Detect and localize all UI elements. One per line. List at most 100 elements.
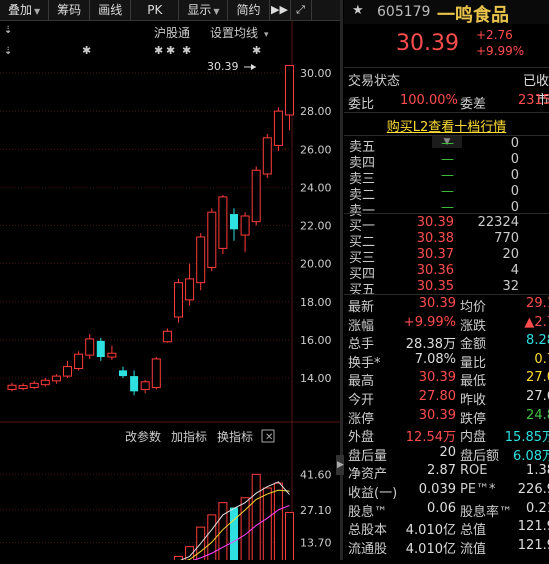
bid-row[interactable]: 买二 30.38 770	[344, 231, 549, 250]
candle[interactable]	[185, 263, 195, 306]
stat-value: 27.80	[418, 389, 456, 404]
candle[interactable]	[18, 383, 28, 391]
event-marker-icon[interactable]: ✱	[154, 44, 163, 57]
stat-label: 盘后量	[348, 448, 388, 464]
stat-label: 最低	[460, 374, 487, 390]
stat-label: 股息率™	[460, 504, 513, 520]
candle[interactable]	[151, 357, 161, 390]
candle[interactable]	[207, 208, 217, 272]
volume-bar[interactable]	[218, 502, 228, 564]
order-price: —	[441, 152, 454, 167]
bid-row[interactable]: 买五 30.35 32	[344, 279, 549, 298]
candle[interactable]	[262, 134, 272, 178]
candle[interactable]	[63, 360, 72, 378]
volume-bar[interactable]	[285, 511, 294, 564]
volume-bar[interactable]	[230, 507, 238, 564]
stat-label: 最高	[348, 374, 375, 390]
stat-value: 20	[439, 444, 456, 460]
candle[interactable]	[29, 380, 39, 390]
order-volume: 4	[510, 263, 519, 278]
candle[interactable]	[74, 351, 84, 371]
candle[interactable]	[218, 195, 228, 255]
volume-tick-label: 27.10	[300, 504, 332, 517]
candle[interactable]	[40, 378, 50, 387]
stat-value: 30.39	[418, 296, 456, 311]
chart-toolbar: 叠加 ▼ 筹码 画线 PK 显示 ▼ 简约 ▶▶ ⤢	[0, 0, 340, 21]
candle[interactable]	[85, 334, 95, 359]
candle[interactable]	[240, 212, 250, 253]
candle[interactable]	[230, 208, 238, 241]
candle[interactable]	[107, 345, 117, 360]
expand-icon[interactable]: ⤢	[291, 0, 312, 20]
volume-tick-label: 13.70	[300, 537, 332, 550]
volume-bar[interactable]	[273, 482, 283, 564]
bid-row[interactable]: 买四 30.36 4	[344, 263, 549, 282]
candle[interactable]	[51, 374, 61, 384]
candle[interactable]	[119, 366, 127, 378]
l2-purchase-link[interactable]: 购买L2查看十档行情	[344, 116, 549, 135]
draw-line-button[interactable]: 画线	[90, 0, 132, 20]
stat-label: 股息™	[348, 504, 388, 520]
stat-label: 盘后额	[460, 448, 500, 464]
last-price: 30.39	[396, 31, 459, 56]
hgt-label[interactable]: 沪股通	[154, 26, 190, 40]
stat-value: ▲2.7	[524, 314, 549, 330]
event-marker-icon[interactable]: ✱	[166, 44, 175, 57]
stats-row: 总股本 4.010亿总值 121.9	[344, 519, 549, 538]
stat-value: 4.010亿	[405, 541, 456, 557]
stat-value: 6.08万	[513, 448, 549, 464]
volume-bars	[85, 473, 294, 564]
chevron-down-icon: ▼	[213, 7, 220, 16]
candle[interactable]	[251, 166, 261, 226]
stat-label: 最新	[348, 300, 375, 315]
ma-settings-button[interactable]: 设置均线	[210, 26, 258, 40]
price-change: +2.76	[476, 28, 513, 42]
stat-label: 跌停	[460, 411, 487, 427]
candle[interactable]	[162, 328, 172, 343]
event-marker-icon[interactable]: ✱	[252, 44, 261, 57]
candle[interactable]	[174, 278, 183, 323]
order-price: 30.38	[416, 231, 454, 246]
volume-bar[interactable]	[262, 487, 272, 564]
stats-row: 外盘 12.54万 内盘 15.85万	[344, 426, 549, 445]
switch-indicator-button[interactable]: 换指标	[217, 429, 253, 444]
kline-svg: ⇣ ✱ ✱ ✱ ✱ ✱ 沪股通 设置均线 ▾ ⇣ 30.00 28.00 26.00…	[0, 21, 340, 564]
price-tick-label: 24.00	[300, 181, 332, 194]
pk-button[interactable]: PK	[131, 0, 180, 20]
bid-row[interactable]: 买一 30.39 22324	[344, 215, 549, 234]
price-tick-label: 16.00	[300, 334, 332, 347]
stat-label: 收益(一)	[348, 486, 398, 501]
stat-value: 121.9	[517, 519, 549, 535]
display-button[interactable]: 显示 ▼	[179, 0, 229, 20]
bid-row[interactable]: 买三 30.37 20	[344, 247, 549, 266]
volume-bar[interactable]	[251, 473, 261, 564]
candle[interactable]	[7, 382, 17, 392]
candle[interactable]	[130, 370, 139, 396]
event-marker-icon[interactable]: ✱	[182, 44, 191, 57]
quote-header: ★ 605179 一鸣食品	[344, 0, 549, 26]
change-params-button[interactable]: 改参数	[125, 429, 161, 444]
candle[interactable]	[140, 379, 150, 394]
kline-chart[interactable]: ⇣ ✱ ✱ ✱ ✱ ✱ 沪股通 设置均线 ▾ ⇣ 30.00 28.00 26.00…	[0, 21, 340, 564]
chevron-down-icon[interactable]: ▾	[264, 30, 269, 40]
marker-down-arrow: ⇣	[4, 46, 12, 57]
simple-mode-button[interactable]: 简约	[228, 0, 270, 20]
order-volume: 0	[510, 168, 519, 183]
candle[interactable]	[273, 107, 283, 152]
ask-row[interactable]: 卖四 —0	[344, 152, 549, 171]
overlay-button[interactable]: 叠加 ▼	[0, 0, 50, 20]
candle[interactable]	[196, 233, 206, 291]
star-icon[interactable]: ★	[352, 3, 364, 18]
stat-label: 流值	[460, 541, 487, 557]
panel-divider[interactable]	[340, 0, 343, 560]
ask-row[interactable]: 卖三 —0	[344, 168, 549, 187]
stock-code: 605179	[377, 4, 431, 20]
ask-row[interactable]: 卖五 —0	[344, 136, 549, 155]
ask-row[interactable]: 卖二 —0	[344, 184, 549, 203]
add-indicator-button[interactable]: 加指标	[171, 429, 207, 444]
chips-button[interactable]: 筹码	[49, 0, 91, 20]
stat-value: 24.8	[526, 407, 549, 423]
candle[interactable]	[96, 337, 105, 361]
double-chevron-right-icon[interactable]: ▶▶	[270, 0, 291, 20]
event-marker-icon[interactable]: ✱	[82, 44, 91, 57]
